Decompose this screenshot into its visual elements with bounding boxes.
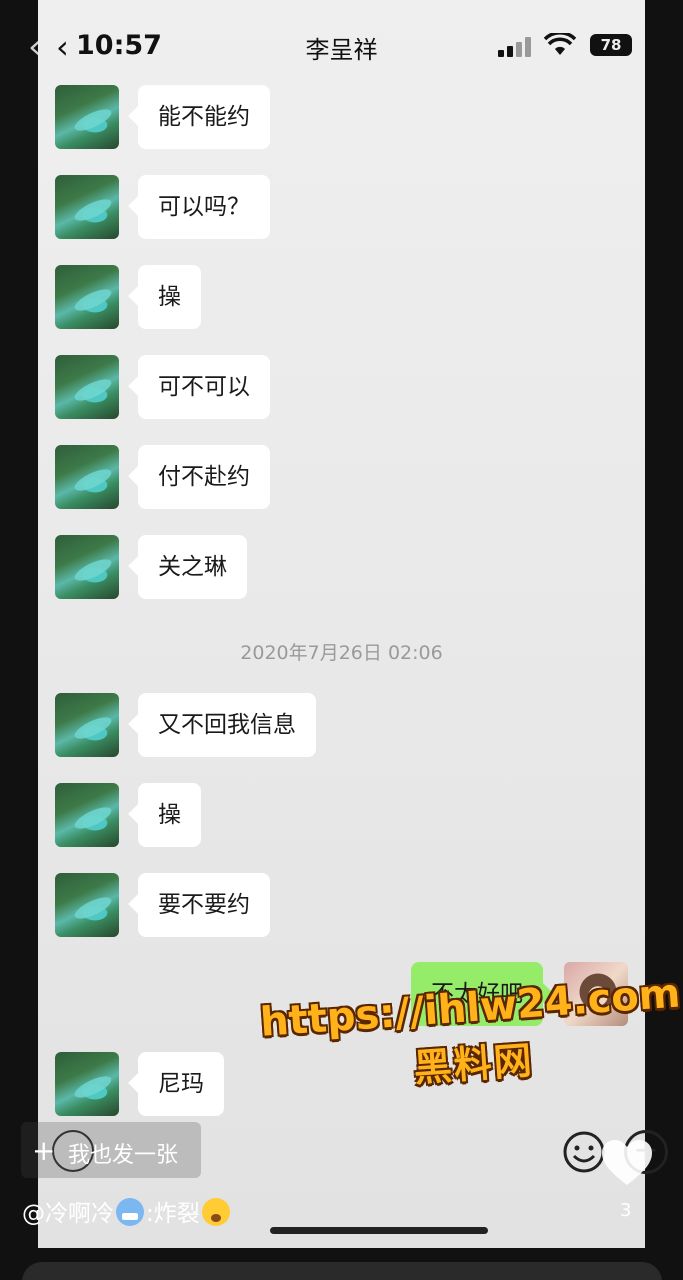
contact-avatar[interactable] <box>55 873 119 937</box>
contact-avatar[interactable] <box>55 265 119 329</box>
message-bubble[interactable]: 又不回我信息 <box>138 693 316 757</box>
message-bubble[interactable]: 可以吗？ <box>138 175 270 239</box>
message-bubble[interactable]: 操 <box>138 265 201 329</box>
message-bubble[interactable]: 尼玛 <box>138 1052 224 1116</box>
heart-icon[interactable] <box>600 1138 654 1188</box>
message-bubble[interactable]: 付不赴约 <box>138 445 270 509</box>
cold-face-emoji-icon <box>116 1198 144 1226</box>
message-bubble[interactable]: 操 <box>138 783 201 847</box>
like-count: 3 <box>620 1200 632 1221</box>
contact-avatar[interactable] <box>55 783 119 847</box>
contact-avatar[interactable] <box>55 693 119 757</box>
signal-icon <box>498 37 534 57</box>
contact-avatar[interactable] <box>55 85 119 149</box>
comment-user[interactable]: @冷啊冷 <box>22 1201 114 1227</box>
status-bar: ‹ 10:57 李呈祥 78 <box>38 0 645 90</box>
contact-avatar[interactable] <box>55 445 119 509</box>
contact-avatar[interactable] <box>55 355 119 419</box>
post-plus-icon[interactable]: + <box>32 1134 55 1167</box>
comment-text: 炸裂 <box>153 1201 200 1227</box>
home-indicator <box>270 1227 488 1234</box>
contact-avatar[interactable] <box>55 1052 119 1116</box>
message-bubble[interactable]: 可不可以 <box>138 355 270 419</box>
message-bubble[interactable]: 能不能约 <box>138 85 270 149</box>
message-bubble[interactable]: 要不要约 <box>138 873 270 937</box>
danmaku-comment: @冷啊冷:炸裂 <box>22 1194 232 1228</box>
contact-avatar[interactable] <box>55 175 119 239</box>
wifi-icon <box>544 33 576 55</box>
post-too-label[interactable]: 我也发一张 <box>68 1137 178 1169</box>
bottom-input-bar[interactable] <box>22 1262 662 1280</box>
comment-separator: : <box>146 1201 154 1227</box>
watermark-name: 黑料网 <box>412 1038 536 1091</box>
phone-frame: ‹ ‹ 10:57 李呈祥 78 能不能约 可以吗？ 操 可不可以 付不赴约 关… <box>0 0 683 1280</box>
chat-timestamp: 2020年7月26日 02:06 <box>240 642 443 664</box>
message-bubble[interactable]: 关之琳 <box>138 535 247 599</box>
battery-icon: 78 <box>590 34 632 56</box>
crying-face-emoji-icon <box>201 1198 230 1226</box>
contact-avatar[interactable] <box>55 535 119 599</box>
